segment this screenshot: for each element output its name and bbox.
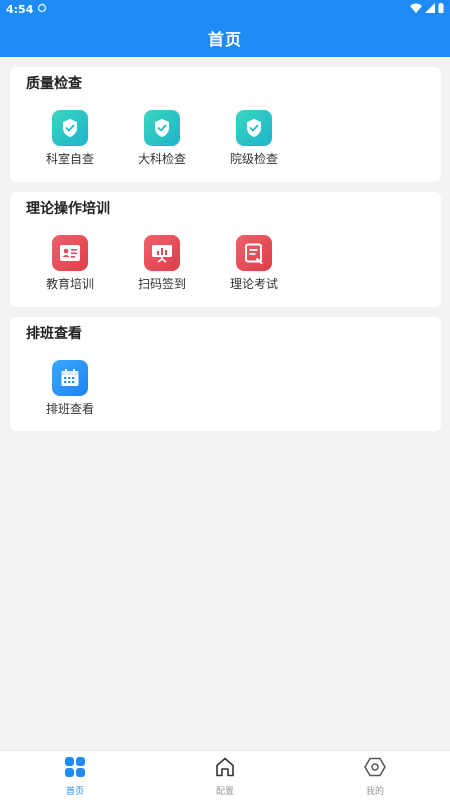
tab-mine[interactable]: 我的 xyxy=(300,751,450,800)
id-card-icon xyxy=(52,235,88,271)
bottom-tab-bar: 首页 配置 我的 xyxy=(0,750,450,800)
status-time: 4:54 xyxy=(6,2,34,16)
shield-check-icon xyxy=(52,110,88,146)
calendar-icon xyxy=(52,360,88,396)
section-title: 理论操作培训 xyxy=(26,201,110,217)
shield-check-icon xyxy=(144,110,180,146)
sync-icon xyxy=(37,3,47,16)
tile-schedule-view[interactable]: 排班查看 xyxy=(16,360,124,417)
tile-label: 科室自查 xyxy=(45,152,94,166)
tile-label: 大科检查 xyxy=(137,152,186,166)
section-training: 理论操作培训 教育培训 扫码签到 理论考试 xyxy=(10,192,441,307)
tile-hospital-check[interactable]: 院级检查 xyxy=(200,110,308,167)
shield-check-icon xyxy=(236,110,272,146)
top-bar: 4:54 首页 xyxy=(0,0,450,57)
page-title: 首页 xyxy=(207,29,242,49)
hexagon-icon xyxy=(364,756,386,782)
tile-label: 院级检查 xyxy=(229,152,278,166)
tile-label: 扫码签到 xyxy=(137,277,186,291)
signal-icon xyxy=(425,2,435,16)
section-schedule: 排班查看 排班查看 xyxy=(10,317,441,431)
tile-theory-exam[interactable]: 理论考试 xyxy=(200,235,308,292)
grid-icon xyxy=(64,756,86,782)
wifi-icon xyxy=(410,3,422,16)
section-quality-check: 质量检查 科室自查 大科检查 院级检查 xyxy=(10,67,441,182)
main-content: 质量检查 科室自查 大科检查 院级检查 理论操作培训 教育培训 扫码签到 理论考… xyxy=(10,67,441,441)
tile-label: 理论考试 xyxy=(229,277,278,291)
tile-label: 排班查看 xyxy=(45,402,94,416)
exam-paper-icon xyxy=(236,235,272,271)
tile-label: 教育培训 xyxy=(45,277,94,291)
section-title: 排班查看 xyxy=(26,326,82,342)
tab-label: 配置 xyxy=(215,787,234,797)
battery-icon xyxy=(438,2,444,16)
tab-home[interactable]: 首页 xyxy=(0,751,150,800)
section-title: 质量检查 xyxy=(26,76,82,92)
status-bar: 4:54 xyxy=(0,0,450,18)
presentation-board-icon xyxy=(144,235,180,271)
home-icon xyxy=(214,756,236,782)
tab-config[interactable]: 配置 xyxy=(150,751,300,800)
tab-label: 我的 xyxy=(365,787,384,797)
tab-label: 首页 xyxy=(65,787,84,797)
